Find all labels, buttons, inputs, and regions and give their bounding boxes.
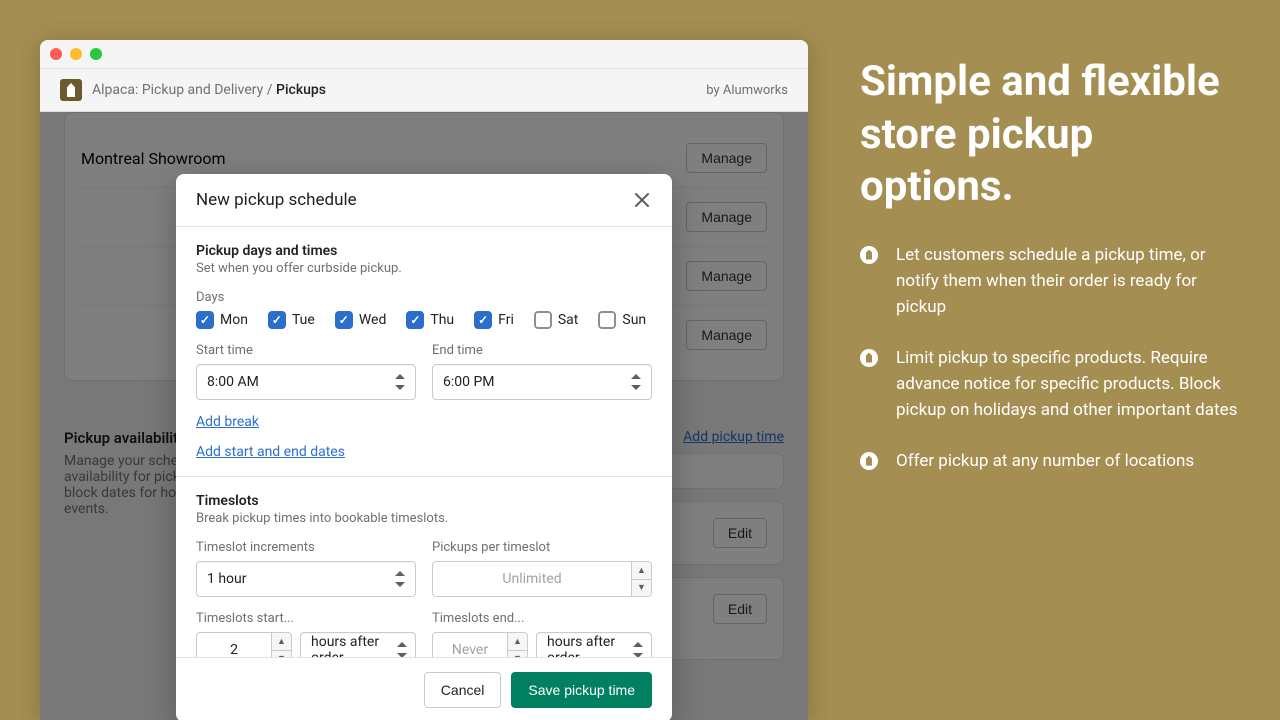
marketing-headline: Simple and flexible store pickup options… <box>860 56 1240 214</box>
page-body: Montreal ShowroomManage Manage Manage Ma… <box>40 112 808 720</box>
breadcrumb-root[interactable]: Alpaca: Pickup and Delivery <box>92 82 263 98</box>
window-zoom-dot[interactable] <box>90 48 102 60</box>
checkbox-icon[interactable] <box>335 311 353 329</box>
author-text: by Alumworks <box>706 83 788 98</box>
increments-select[interactable]: 1 hour <box>196 561 416 597</box>
pickups-per-slot-stepper[interactable]: Unlimited ▲ ▼ <box>432 561 652 597</box>
day-mon[interactable]: Mon <box>196 311 248 329</box>
start-time-select[interactable]: 8:00 AM <box>196 364 416 400</box>
new-pickup-schedule-modal: New pickup schedule Pickup days and time… <box>176 174 672 720</box>
breadcrumb: Alpaca: Pickup and Delivery / Pickups <box>92 82 326 98</box>
stepper-down-icon[interactable]: ▼ <box>632 580 651 597</box>
stepper-up-icon[interactable]: ▲ <box>632 562 651 580</box>
window-titlebar <box>40 40 808 68</box>
day-fri[interactable]: Fri <box>474 311 514 329</box>
increments-value: 1 hour <box>207 571 247 587</box>
close-icon[interactable] <box>632 190 652 210</box>
stepper-down-icon[interactable]: ▼ <box>272 651 291 658</box>
stepper-down-icon[interactable]: ▼ <box>508 651 527 658</box>
bullet-icon <box>860 246 878 264</box>
pickup-days-subtitle: Set when you offer curbside pickup. <box>196 261 652 276</box>
chevron-updown-icon <box>397 642 405 657</box>
add-break-link[interactable]: Add break <box>196 414 652 430</box>
pickup-days-title: Pickup days and times <box>196 243 652 259</box>
timeslots-start-value: 2 <box>197 633 271 657</box>
end-time-select[interactable]: 6:00 PM <box>432 364 652 400</box>
end-time-value: 6:00 PM <box>443 374 495 390</box>
app-header: Alpaca: Pickup and Delivery / Pickups by… <box>40 68 808 112</box>
timeslots-end-value: Never <box>433 633 507 657</box>
timeslots-start-label: Timeslots start... <box>196 611 416 626</box>
marketing-panel: Simple and flexible store pickup options… <box>860 56 1240 498</box>
pickups-per-slot-value: Unlimited <box>433 562 631 596</box>
days-label: Days <box>196 290 652 305</box>
start-time-value: 8:00 AM <box>207 374 259 390</box>
checkbox-icon[interactable] <box>268 311 286 329</box>
timeslots-start-stepper[interactable]: 2 ▲ ▼ <box>196 632 292 657</box>
window-close-dot[interactable] <box>50 48 62 60</box>
breadcrumb-separator: / <box>267 82 273 98</box>
timeslots-end-label: Timeslots end... <box>432 611 652 626</box>
checkbox-icon[interactable] <box>534 311 552 329</box>
checkbox-icon[interactable] <box>406 311 424 329</box>
window-minimize-dot[interactable] <box>70 48 82 60</box>
stepper-up-icon[interactable]: ▲ <box>508 633 527 651</box>
day-wed[interactable]: Wed <box>335 311 387 329</box>
days-row: Mon Tue Wed Thu Fri Sat Sun <box>196 311 652 329</box>
modal-title: New pickup schedule <box>196 190 357 210</box>
bullet-icon <box>860 452 878 470</box>
add-start-end-dates-link[interactable]: Add start and end dates <box>196 444 652 460</box>
checkbox-icon[interactable] <box>598 311 616 329</box>
checkbox-icon[interactable] <box>196 311 214 329</box>
save-button[interactable]: Save pickup time <box>511 672 652 708</box>
stepper-up-icon[interactable]: ▲ <box>272 633 291 651</box>
marketing-bullet: Let customers schedule a pickup time, or… <box>896 242 1240 321</box>
chevron-updown-icon <box>395 571 405 587</box>
day-sat[interactable]: Sat <box>534 311 579 329</box>
bullet-icon <box>860 349 878 367</box>
chevron-updown-icon <box>633 642 641 657</box>
timeslots-subtitle: Break pickup times into bookable timeslo… <box>196 511 652 526</box>
checkbox-icon[interactable] <box>474 311 492 329</box>
day-tue[interactable]: Tue <box>268 311 315 329</box>
chevron-updown-icon <box>631 374 641 390</box>
day-thu[interactable]: Thu <box>406 311 454 329</box>
app-logo-icon <box>60 79 82 101</box>
timeslots-end-stepper[interactable]: Never ▲ ▼ <box>432 632 528 657</box>
increments-label: Timeslot increments <box>196 540 416 555</box>
timeslots-start-unit: hours after order <box>311 634 397 657</box>
timeslots-title: Timeslots <box>196 493 652 509</box>
pickups-per-slot-label: Pickups per timeslot <box>432 540 652 555</box>
timeslots-end-unit-select[interactable]: hours after order <box>536 632 652 657</box>
timeslots-end-unit: hours after order <box>547 634 633 657</box>
end-time-label: End time <box>432 343 652 358</box>
timeslots-start-unit-select[interactable]: hours after order <box>300 632 416 657</box>
marketing-bullet: Limit pickup to specific products. Requi… <box>896 345 1240 424</box>
cancel-button[interactable]: Cancel <box>424 672 502 708</box>
marketing-bullet: Offer pickup at any number of locations <box>896 448 1194 474</box>
start-time-label: Start time <box>196 343 416 358</box>
breadcrumb-current: Pickups <box>276 82 326 98</box>
chevron-updown-icon <box>395 374 405 390</box>
app-window: Alpaca: Pickup and Delivery / Pickups by… <box>40 40 808 720</box>
day-sun[interactable]: Sun <box>598 311 646 329</box>
